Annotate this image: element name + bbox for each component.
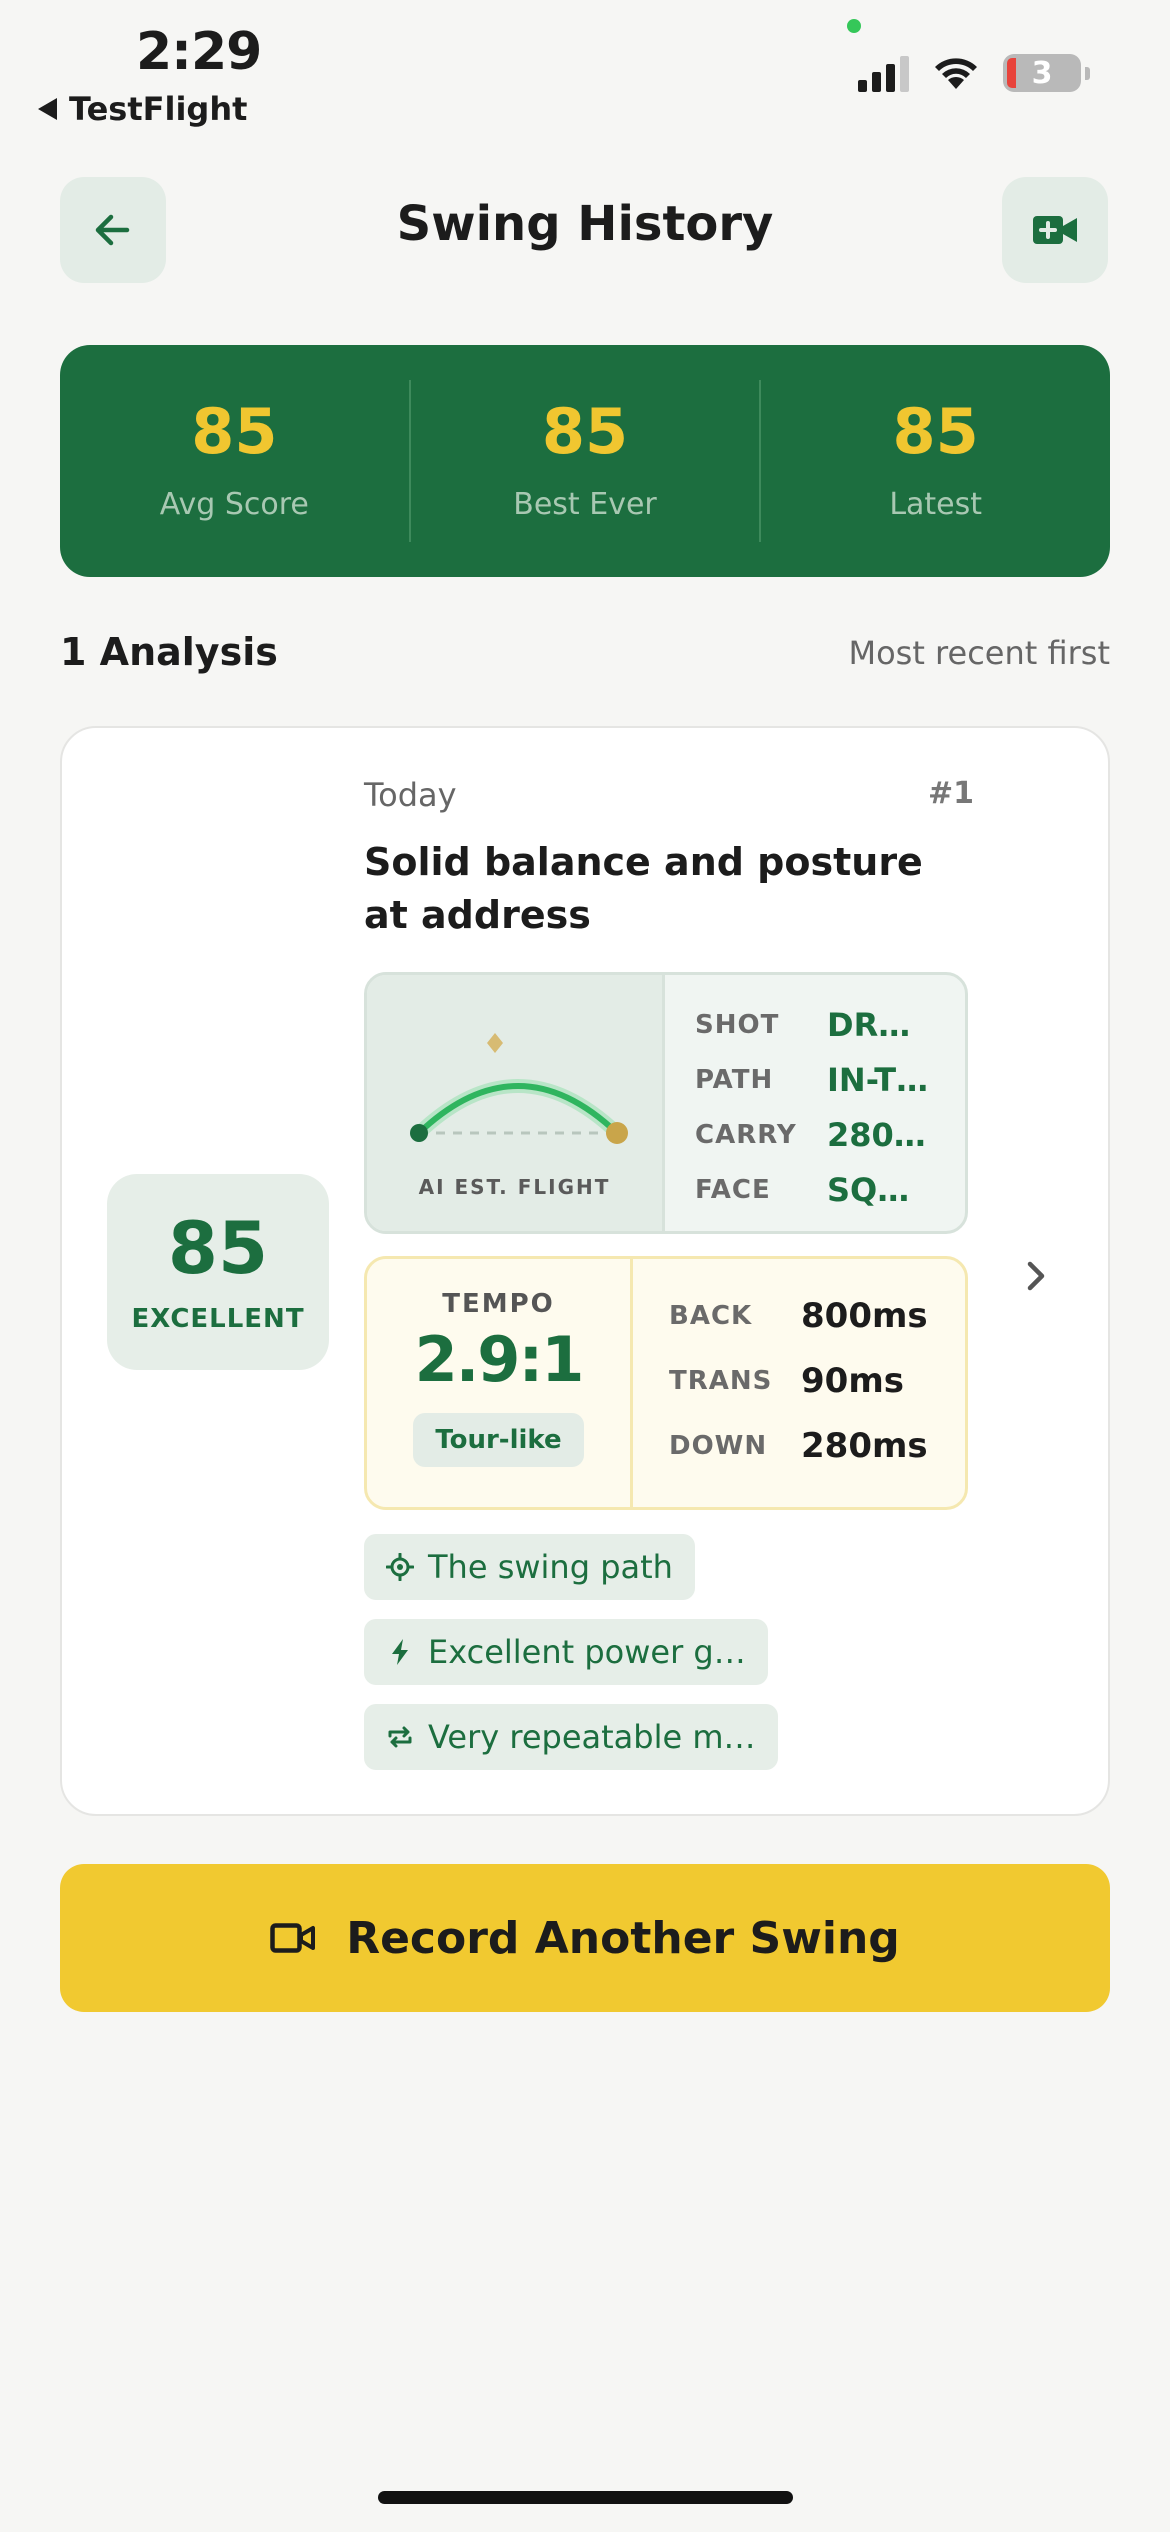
stat-value: 85 [541,394,629,468]
flight-key: SHOT [695,1009,780,1040]
stat-label: Latest [889,486,983,522]
bolt-icon [386,1638,414,1666]
stat-latest: 85 Latest [761,394,1110,522]
tempo-badge: Tour-like [413,1413,584,1467]
crosshair-icon [386,1553,414,1581]
flight-value: IN-T… [827,1060,929,1099]
phase-row-down: DOWN 280ms [669,1413,965,1478]
flight-caption: AI EST. FLIGHT [418,1175,611,1199]
flight-key: CARRY [695,1119,797,1150]
phase-value: 90ms [801,1360,904,1401]
stat-value: 85 [191,394,278,468]
tempo-panel: TEMPO 2.9:1 Tour-like BACK 800ms TRANS 9… [364,1256,968,1510]
flight-value: 280… [827,1115,926,1154]
stat-label: Avg Score [159,486,309,522]
home-indicator[interactable] [378,2491,793,2504]
stat-avg-score: 85 Avg Score [60,394,409,522]
phase-value: 280ms [801,1425,928,1466]
phase-key: TRANS [669,1365,773,1396]
flight-row-path: PATH IN-T… [695,1052,965,1107]
tempo-label: TEMPO [442,1289,555,1319]
new-recording-button[interactable] [1002,177,1108,283]
insight-chip: The swing path [364,1534,695,1600]
analysis-card[interactable]: 85 EXCELLENT Today #1 Solid balance and … [60,726,1110,1816]
flight-value: DRAW [827,1005,933,1044]
status-time: 2:29 [136,22,262,82]
insight-text: Very repeatable m… [428,1718,756,1756]
battery-level: 3 [1031,55,1053,91]
flight-row-face: FACE SQU… [695,1162,965,1217]
flight-panel: AI EST. FLIGHT SHOT DRAW PATH IN-T… CARR… [364,972,968,1234]
analysis-date: Today [364,776,457,814]
repeat-icon [386,1723,414,1751]
phase-key: DOWN [669,1430,768,1461]
flight-value: SQU… [827,1170,933,1209]
flight-key: PATH [695,1064,774,1095]
sort-order-label[interactable]: Most recent first [848,634,1110,672]
back-triangle-icon [38,98,57,120]
stat-best-ever: 85 Best Ever [411,394,760,522]
wifi-icon [935,58,977,89]
phase-key: BACK [669,1300,753,1331]
phase-value: 800ms [801,1295,928,1336]
phase-row-trans: TRANS 90ms [669,1348,965,1413]
privacy-indicator-dot [847,19,861,33]
insight-text: The swing path [428,1548,673,1586]
screen: 2:29 TestFlight 3 Swing History 85 Avg S… [0,0,1170,2532]
flight-row-carry: CARRY 280… [695,1107,965,1162]
stat-label: Best Ever [513,486,657,522]
cellular-signal-icon [858,54,909,92]
page-title: Swing History [396,196,774,252]
flight-stats: SHOT DRAW PATH IN-T… CARRY 280… FACE SQU… [665,975,965,1231]
analysis-headline: Solid balance and posture at address [364,840,923,937]
tempo-ratio: 2.9:1 [414,1323,585,1396]
back-app-label: TestFlight [69,90,248,128]
score-badge: 85 EXCELLENT [107,1174,329,1370]
battery-icon: 3 [1003,54,1081,92]
insight-chip: Excellent power g… [364,1619,768,1685]
status-icons: 3 [858,54,1090,92]
phase-row-back: BACK 800ms [669,1283,965,1348]
flight-visual: AI EST. FLIGHT [367,975,665,1231]
insight-chip: Very repeatable m… [364,1704,778,1770]
analysis-count: 1 Analysis [60,630,278,674]
battery-tip [1085,66,1090,80]
flight-row-shot: SHOT DRAW [695,997,965,1052]
video-plus-icon [1033,216,1077,244]
record-button-label: Record Another Swing [346,1912,900,1964]
chevron-right-icon[interactable] [1020,1256,1050,1296]
record-another-swing-button[interactable]: Record Another Swing [60,1864,1110,2012]
stat-value: 85 [892,394,979,468]
score-rating: EXCELLENT [131,1304,305,1334]
back-to-app-link[interactable]: TestFlight [38,90,247,128]
flight-key: FACE [695,1174,771,1205]
tempo-summary: TEMPO 2.9:1 Tour-like [367,1259,633,1507]
video-icon [270,1923,316,1953]
score-value: 85 [167,1206,269,1290]
tempo-phases: BACK 800ms TRANS 90ms DOWN 280ms [633,1259,965,1507]
analysis-index: #1 [927,776,974,811]
insight-text: Excellent power g… [428,1633,746,1671]
stats-summary-card: 85 Avg Score 85 Best Ever 85 Latest [60,345,1110,577]
